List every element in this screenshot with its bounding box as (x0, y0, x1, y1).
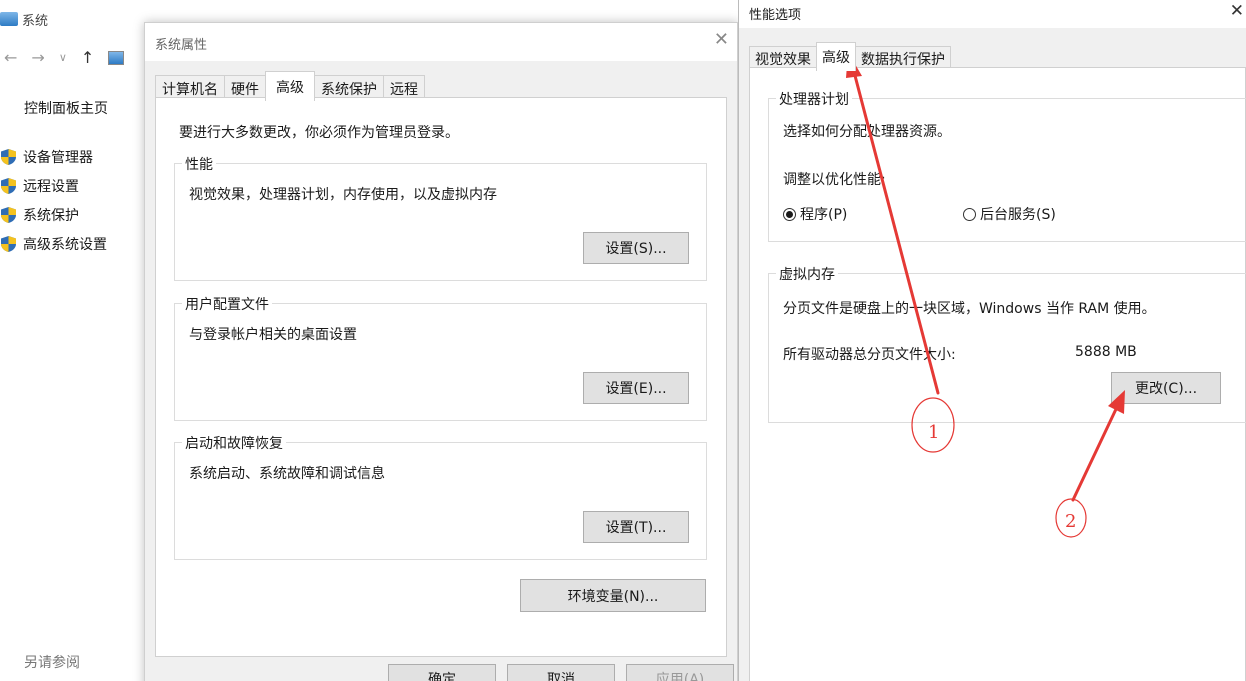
device-manager-label: 设备管理器 (23, 149, 93, 166)
background-services-radio[interactable]: 后台服务(S) (963, 204, 1056, 224)
system-window-title: 系统 (0, 8, 48, 30)
advanced-tab-panel: 要进行大多数更改，你必须作为管理员登录。 性能 视觉效果，处理器计划，内存使用，… (155, 97, 727, 657)
total-paging-file-value: 5888 MB (1075, 344, 1137, 360)
group-description: 系统启动、系统故障和调试信息 (189, 466, 385, 482)
system-links: 设备管理器 远程设置 系统保护 高级系统设置 (0, 142, 107, 258)
performance-options-titlebar: 性能选项 ✕ (739, 0, 1246, 28)
environment-variables-button[interactable]: 环境变量(N)... (520, 579, 706, 612)
system-properties-titlebar: 系统属性 ✕ (145, 23, 737, 61)
adjust-for-label: 调整以优化性能: (783, 172, 886, 188)
system-properties-dialog: 系统属性 ✕ 计算机名 硬件 高级 系统保护 远程 要进行大多数更改，你必须作为… (144, 22, 738, 681)
user-profiles-settings-button[interactable]: 设置(E)... (583, 372, 689, 404)
tab-advanced[interactable]: 高级 (816, 42, 856, 71)
performance-group: 性能 视觉效果，处理器计划，内存使用，以及虚拟内存 设置(S)... (174, 154, 707, 281)
radio-unselected-icon (963, 207, 976, 221)
dialog-title: 性能选项 (749, 8, 802, 23)
group-label: 虚拟内存 (776, 264, 838, 284)
group-label: 处理器计划 (776, 89, 852, 109)
cancel-button[interactable]: 取消 (507, 664, 615, 681)
system-window: 系统 ← → ∨ ↑ 控制面板主页 设备管理器 远程设置 系统保护 高级系统设置… (0, 0, 145, 681)
performance-options-dialog: 性能选项 ✕ 视觉效果 高级 数据执行保护 处理器计划 选择如何分配处理器资源。… (738, 0, 1246, 681)
tab-advanced[interactable]: 高级 (265, 71, 315, 101)
admin-notice: 要进行大多数更改，你必须作为管理员登录。 (179, 125, 459, 141)
radio-label: 后台服务(S) (980, 207, 1056, 223)
radio-selected-icon (783, 207, 796, 221)
startup-recovery-group: 启动和故障恢复 系统启动、系统故障和调试信息 设置(T)... (174, 433, 707, 560)
shield-icon (1, 177, 16, 194)
shield-icon (1, 235, 16, 252)
device-manager-link[interactable]: 设备管理器 (0, 142, 107, 171)
user-profiles-group: 用户配置文件 与登录帐户相关的桌面设置 设置(E)... (174, 294, 707, 421)
advanced-system-settings-link[interactable]: 高级系统设置 (0, 229, 107, 258)
programs-radio[interactable]: 程序(P) (783, 204, 847, 224)
computer-icon (0, 12, 18, 26)
radio-label: 程序(P) (800, 207, 848, 223)
apply-button[interactable]: 应用(A) (626, 664, 734, 681)
shield-icon (1, 206, 16, 223)
control-panel-home-link[interactable]: 控制面板主页 (24, 98, 108, 118)
change-button[interactable]: 更改(C)... (1111, 372, 1221, 404)
group-description: 与登录帐户相关的桌面设置 (189, 327, 357, 343)
performance-settings-button[interactable]: 设置(S)... (583, 232, 689, 264)
shield-icon (1, 148, 16, 165)
remote-settings-link[interactable]: 远程设置 (0, 171, 107, 200)
processor-description: 选择如何分配处理器资源。 (783, 124, 951, 140)
see-also-heading: 另请参阅 (24, 655, 80, 671)
advanced-system-settings-label: 高级系统设置 (23, 236, 107, 253)
system-window-title-text: 系统 (22, 13, 49, 29)
advanced-tab-panel: 处理器计划 选择如何分配处理器资源。 调整以优化性能: 程序(P) 后台服务(S… (749, 67, 1246, 681)
back-arrow-icon[interactable]: ← (4, 48, 17, 67)
system-protection-label: 系统保护 (23, 207, 79, 224)
remote-settings-label: 远程设置 (23, 178, 79, 195)
processor-scheduling-group: 处理器计划 选择如何分配处理器资源。 调整以优化性能: 程序(P) 后台服务(S… (768, 89, 1246, 242)
ok-button[interactable]: 确定 (388, 664, 496, 681)
chevron-down-icon[interactable]: ∨ (59, 51, 67, 64)
group-label: 启动和故障恢复 (182, 433, 286, 453)
close-icon[interactable]: ✕ (1230, 1, 1244, 21)
group-description: 视觉效果，处理器计划，内存使用，以及虚拟内存 (189, 187, 497, 203)
virtual-memory-description: 分页文件是硬盘上的一块区域，Windows 当作 RAM 使用。 (783, 301, 1156, 317)
up-arrow-icon[interactable]: ↑ (81, 48, 94, 67)
startup-recovery-settings-button[interactable]: 设置(T)... (583, 511, 689, 543)
forward-arrow-icon[interactable]: → (31, 48, 44, 67)
group-label: 性能 (182, 154, 216, 174)
group-label: 用户配置文件 (182, 294, 272, 314)
nav-bar: ← → ∨ ↑ (4, 48, 125, 67)
close-icon[interactable]: ✕ (714, 29, 729, 50)
virtual-memory-group: 虚拟内存 分页文件是硬盘上的一块区域，Windows 当作 RAM 使用。 所有… (768, 264, 1246, 423)
computer-icon (108, 50, 125, 65)
dialog-title: 系统属性 (155, 38, 208, 53)
system-protection-link[interactable]: 系统保护 (0, 200, 107, 229)
total-paging-file-label: 所有驱动器总分页文件大小: (783, 347, 956, 363)
